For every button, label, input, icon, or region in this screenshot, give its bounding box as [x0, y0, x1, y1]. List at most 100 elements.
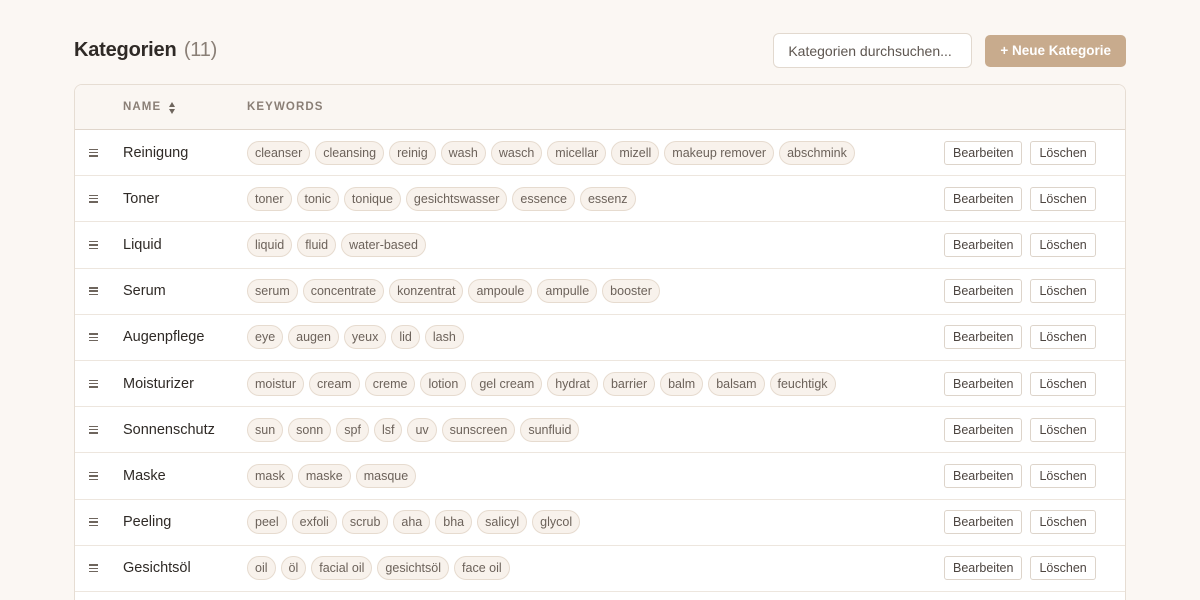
keyword-tag: essence	[512, 186, 575, 211]
keyword-tag: ampoule	[468, 279, 533, 304]
keyword-tag: bha	[435, 510, 473, 535]
table-row: Moisturizer moistur cream creme lotion gel cr…	[75, 361, 1125, 408]
categories-page: Kategorien (11) + Neue Kategorie NAME KE…	[0, 0, 1200, 600]
keyword-tag: balm	[660, 371, 704, 396]
edit-button[interactable]: Bearbeiten	[944, 463, 1023, 488]
delete-button[interactable]: Löschen	[1030, 510, 1096, 535]
keyword-tag: exfoli	[291, 510, 337, 535]
new-category-button[interactable]: + Neue Kategorie	[985, 34, 1126, 67]
keyword-tag: booster	[602, 279, 660, 304]
keyword-list: cleanser cleansing reinig wash wasch micellar…	[247, 140, 855, 165]
title-text: Kategorien	[74, 39, 177, 61]
keyword-tag: sun	[247, 417, 284, 442]
keyword-tag: lash	[424, 325, 464, 350]
delete-button[interactable]: Löschen	[1030, 371, 1096, 396]
keyword-tag: micellar	[547, 140, 607, 165]
row-actions: Bearbeiten Löschen	[944, 510, 1096, 535]
row-actions: Bearbeiten Löschen	[944, 463, 1096, 488]
keyword-tag: face oil	[454, 556, 510, 581]
delete-button[interactable]: Löschen	[1030, 232, 1096, 257]
header-actions: + Neue Kategorie	[773, 33, 1126, 68]
table-body: Reinigung cleanser cleansing reinig wash wasc…	[75, 130, 1125, 592]
table-row: Serum serum concentrate konzentrat ampoule am…	[75, 269, 1125, 315]
drag-handle-icon[interactable]	[89, 564, 98, 573]
keyword-tag: scrub	[341, 510, 389, 535]
category-name: Gesichtsöl	[123, 560, 191, 577]
keyword-tag: sunscreen	[441, 417, 516, 442]
keyword-list: mask maske masque	[247, 463, 417, 488]
keyword-tag: sunfluid	[520, 417, 580, 442]
keyword-tag: maske	[297, 463, 351, 488]
keyword-list: serum concentrate konzentrat ampoule ampulle…	[247, 279, 660, 304]
edit-button[interactable]: Bearbeiten	[944, 510, 1023, 535]
keyword-tag: feuchtigk	[769, 371, 836, 396]
delete-button[interactable]: Löschen	[1030, 463, 1096, 488]
edit-button[interactable]: Bearbeiten	[944, 556, 1023, 581]
keyword-tag: lid	[391, 325, 420, 350]
keyword-tag: eye	[247, 325, 284, 350]
sort-icon[interactable]	[168, 100, 176, 116]
delete-button[interactable]: Löschen	[1030, 140, 1096, 165]
table-row: Toner toner tonic tonique gesichtswasser esse…	[75, 176, 1125, 223]
drag-handle-icon[interactable]	[89, 518, 98, 527]
edit-button[interactable]: Bearbeiten	[944, 279, 1023, 304]
page-header: Kategorien (11) + Neue Kategorie	[74, 33, 1126, 68]
keyword-list: oil öl facial oil gesichtsöl face oil	[247, 556, 510, 581]
delete-button[interactable]: Löschen	[1030, 556, 1096, 581]
search-input[interactable]	[773, 33, 973, 68]
keyword-tag: reinig	[389, 140, 436, 165]
keyword-tag: aha	[393, 510, 431, 535]
row-actions: Bearbeiten Löschen	[944, 417, 1096, 442]
drag-handle-icon[interactable]	[89, 471, 98, 480]
keyword-tag: serum	[247, 279, 298, 304]
category-name: Toner	[123, 190, 160, 207]
delete-button[interactable]: Löschen	[1030, 279, 1096, 304]
keyword-tag: mask	[247, 463, 293, 488]
keyword-list: liquid fluid water-based	[247, 232, 426, 257]
keyword-tag: lotion	[420, 371, 467, 396]
row-actions: Bearbeiten Löschen	[944, 371, 1096, 396]
drag-handle-icon[interactable]	[89, 148, 98, 157]
edit-button[interactable]: Bearbeiten	[944, 325, 1023, 350]
category-count: (11)	[183, 39, 218, 61]
drag-handle-icon[interactable]	[89, 194, 98, 203]
keyword-tag: tonic	[296, 186, 339, 211]
edit-button[interactable]: Bearbeiten	[944, 371, 1023, 396]
keyword-tag: facial oil	[311, 556, 373, 581]
column-header-name[interactable]: NAME	[123, 101, 161, 113]
keyword-tag: wasch	[490, 140, 543, 165]
keyword-list: sun sonn spf lsf uv sunscreen sunfluid	[247, 417, 580, 442]
keyword-tag: creme	[364, 371, 416, 396]
keyword-tag: cleansing	[315, 140, 385, 165]
keyword-list: toner tonic tonique gesichtswasser essence es…	[247, 186, 636, 211]
keyword-tag: wash	[440, 140, 486, 165]
delete-button[interactable]: Löschen	[1030, 417, 1096, 442]
edit-button[interactable]: Bearbeiten	[944, 417, 1023, 442]
keyword-tag: makeup remover	[664, 140, 775, 165]
category-name: Augenpflege	[123, 329, 205, 346]
delete-button[interactable]: Löschen	[1030, 325, 1096, 350]
table-row: Maske mask maske masque Bearbeiten Löschen	[75, 453, 1125, 500]
page-title: Kategorien (11)	[74, 39, 217, 62]
edit-button[interactable]: Bearbeiten	[944, 232, 1023, 257]
drag-handle-icon[interactable]	[89, 287, 98, 296]
row-actions: Bearbeiten Löschen	[944, 232, 1096, 257]
category-name: Peeling	[123, 514, 172, 531]
delete-button[interactable]: Löschen	[1030, 186, 1096, 211]
keyword-tag: sonn	[288, 417, 332, 442]
keyword-tag: abschmink	[779, 140, 855, 165]
edit-button[interactable]: Bearbeiten	[944, 140, 1023, 165]
keyword-tag: essenz	[579, 186, 636, 211]
drag-handle-icon[interactable]	[89, 379, 98, 388]
keyword-tag: glycol	[532, 510, 581, 535]
keyword-tag: concentrate	[302, 279, 385, 304]
drag-handle-icon[interactable]	[89, 425, 98, 434]
keyword-list: peel exfoli scrub aha bha salicyl glycol	[247, 510, 581, 535]
keyword-tag: yeux	[343, 325, 387, 350]
keyword-tag: mizell	[611, 140, 660, 165]
keyword-tag: cream	[308, 371, 360, 396]
drag-handle-icon[interactable]	[89, 240, 98, 249]
drag-handle-icon[interactable]	[89, 333, 98, 342]
table-row: Sonnenschutz sun sonn spf lsf uv sunscreen sunf…	[75, 407, 1125, 454]
edit-button[interactable]: Bearbeiten	[944, 186, 1023, 211]
